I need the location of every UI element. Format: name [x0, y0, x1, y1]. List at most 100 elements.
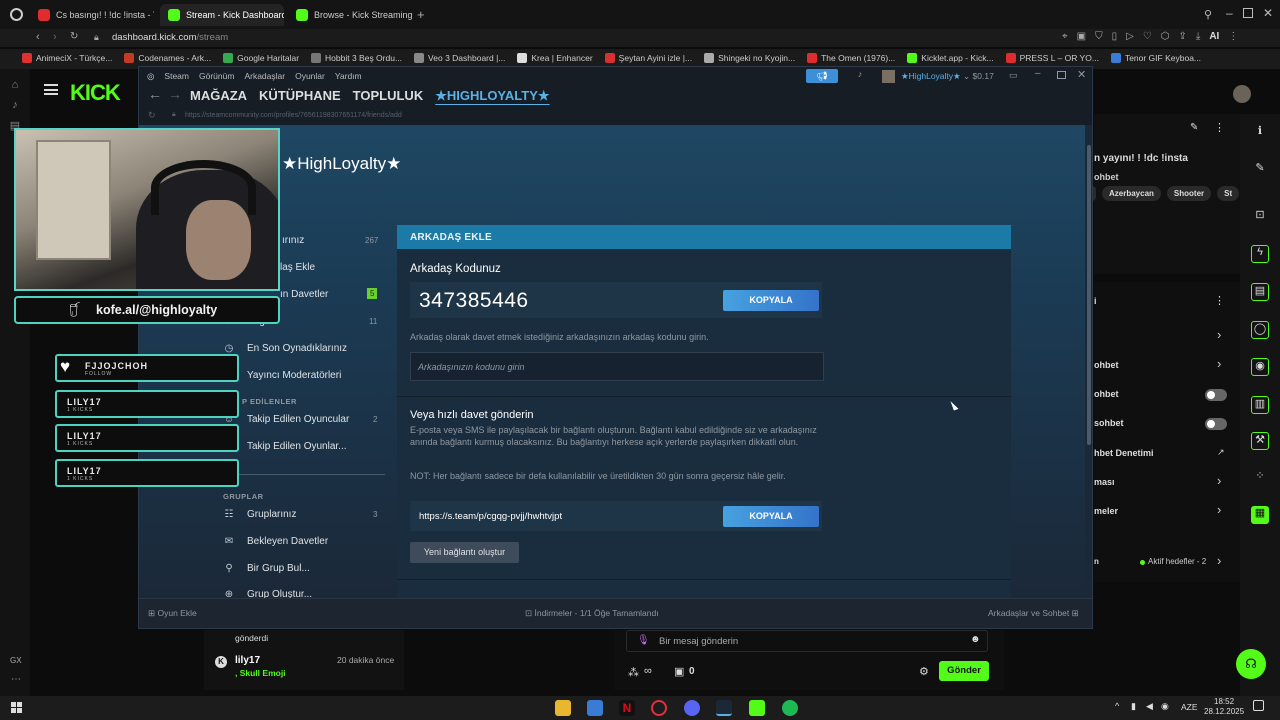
settings-row[interactable]: meler › — [1094, 502, 1234, 520]
menu-item-games[interactable]: Oyunlar — [295, 71, 325, 82]
share-icon[interactable]: ⇪ — [1179, 31, 1187, 42]
chevron-right-icon[interactable]: › — [1217, 327, 1221, 342]
close-icon[interactable]: ✕ — [1263, 6, 1273, 20]
settings-row[interactable]: ması › — [1094, 473, 1234, 491]
microphone-icon[interactable]: 🎙︎ — [637, 635, 650, 646]
forward-icon[interactable]: → — [168, 86, 182, 102]
more-icon[interactable]: ⋯ — [11, 674, 21, 685]
sidebar-item-pending-invites[interactable]: ✉ Bekleyen Davetler — [139, 534, 389, 550]
settings-row[interactable]: sohbet — [1094, 416, 1234, 432]
hamburger-icon[interactable] — [44, 84, 58, 95]
friend-code[interactable]: 347385446 — [419, 289, 529, 313]
tab-store[interactable]: MAĞAZA — [190, 88, 247, 104]
forward-icon[interactable]: › — [53, 31, 57, 43]
camera-icon[interactable]: ▣ — [1077, 31, 1086, 42]
tray-usb-icon[interactable]: ▮ — [1131, 701, 1136, 712]
tag[interactable]: St — [1217, 186, 1240, 201]
tab-profile[interactable]: ★HIGHLOYALTY★ — [435, 88, 549, 104]
scrollbar-thumb[interactable] — [1087, 145, 1091, 445]
steam-taskbar-icon[interactable] — [716, 700, 732, 716]
more-icon[interactable]: ⋮ — [1214, 121, 1225, 134]
gift-icon[interactable]: ▣ — [674, 665, 684, 678]
goals-row[interactable]: n Aktif hedefler - 2 › — [1094, 553, 1234, 571]
settings-row[interactable]: hbet Denetimi ↗ — [1094, 446, 1234, 462]
bell-icon[interactable]: ♪ — [853, 69, 867, 83]
browser-tab-kick-browse[interactable]: Browse - Kick Streaming — [288, 4, 412, 26]
reload-icon[interactable]: ↻ — [70, 31, 78, 42]
pin-icon[interactable]: ⌖ — [1062, 31, 1068, 42]
menu-icon[interactable]: ⋮ — [1228, 31, 1238, 42]
store-icon[interactable] — [587, 700, 603, 716]
wrench-icon[interactable]: ⚒ — [1251, 432, 1269, 450]
url-field[interactable]: dashboard.kick.com/stream — [112, 32, 228, 43]
chat-icon[interactable]: ◯ — [1251, 321, 1269, 339]
maximize-icon[interactable] — [1243, 8, 1253, 18]
steam-url[interactable]: https://steamcommunity.com/profiles/7656… — [185, 112, 402, 119]
settings-row[interactable]: ohbet › — [1094, 356, 1234, 374]
avatar[interactable] — [882, 70, 895, 83]
bookmark-item[interactable]: Krea | Enhancer — [517, 53, 593, 63]
tag[interactable]: Shooter — [1166, 186, 1212, 201]
bookmark-item[interactable]: PRESS L – OR YO... — [1005, 53, 1099, 63]
friends-chat-button[interactable]: Arkadaşlar ve Sohbet ⊞ — [988, 608, 1079, 619]
downloads-status[interactable]: ⊡ İndirmeler - 1/1 Öğe Tamamlandı — [525, 608, 659, 619]
copy-link-button[interactable]: KOPYALA — [723, 506, 819, 527]
focus-icon[interactable]: ⊡ — [1251, 208, 1269, 226]
sidebar-item-your-groups[interactable]: ☷ Gruplarınız 3 — [139, 507, 389, 523]
menu-item-view[interactable]: Görünüm — [199, 71, 234, 82]
minimize-icon[interactable]: – — [1226, 6, 1233, 20]
start-icon[interactable] — [11, 702, 22, 713]
broadcast-icon[interactable]: ◉ — [1251, 358, 1269, 376]
close-icon[interactable]: ✕ — [1077, 68, 1086, 81]
bookmark-item[interactable]: Shingeki no Kyojin... — [704, 53, 795, 63]
download-icon[interactable]: ⤓ — [1196, 31, 1200, 42]
info-icon[interactable]: ℹ — [1251, 124, 1269, 142]
avatar[interactable] — [1233, 85, 1251, 103]
tray-date[interactable]: 28.12.2025 — [1204, 707, 1244, 716]
steam-username[interactable]: ★HighLoyalty★ ⌄ $0.17 — [901, 71, 994, 82]
tray-network-icon[interactable]: ◉ — [1161, 701, 1169, 712]
announcement-icon[interactable]: 📢︎ — [806, 69, 838, 83]
edit-icon[interactable]: ✎ — [1190, 122, 1198, 133]
music-icon[interactable]: ♪ — [8, 99, 22, 113]
file-explorer-icon[interactable] — [555, 700, 571, 716]
opera-logo-icon[interactable] — [10, 8, 23, 21]
gx-label[interactable]: GX — [10, 656, 22, 665]
browser-tab-youtube[interactable]: Cs basıngı! ! !dc !insta - Yo — [30, 4, 154, 26]
lightning-icon[interactable]: ϟ — [1251, 245, 1269, 263]
settings-row[interactable]: ohbet — [1094, 387, 1234, 403]
bookmark-item[interactable]: Veo 3 Dashboard |... — [414, 53, 505, 63]
search-tabs-icon[interactable]: ⚲ — [1204, 8, 1212, 21]
panel-more-icon[interactable]: ⋮ — [1214, 294, 1225, 307]
new-link-button[interactable]: Yeni bağlantı oluştur — [410, 542, 519, 563]
menu-item-help[interactable]: Yardım — [335, 71, 362, 82]
sidebar-item-create-group[interactable]: ⊕ Grup Oluştur... — [139, 587, 389, 598]
opera-gx-icon[interactable] — [651, 700, 667, 716]
menu-item-steam[interactable]: Steam — [164, 71, 189, 82]
tab-library[interactable]: KÜTÜPHANE — [259, 88, 341, 104]
tray-time[interactable]: 18:52 — [1214, 697, 1234, 706]
bookmark-item[interactable]: Codenames - Ark... — [124, 53, 211, 63]
bookmark-item[interactable]: Şeytan Ayini izle |... — [604, 53, 692, 63]
netflix-icon[interactable]: N — [619, 700, 635, 716]
tab-community[interactable]: TOPLULUK — [353, 88, 424, 104]
support-button[interactable]: ☊ — [1236, 649, 1266, 679]
discord-icon[interactable] — [684, 700, 700, 716]
sidebar-item-find-group[interactable]: ⚲ Bir Grup Bul... — [139, 561, 389, 577]
gear-icon[interactable]: ⚙ — [919, 665, 929, 678]
friend-code-input[interactable]: Arkadaşınızın kodunu girin — [410, 352, 824, 381]
bookmark-item[interactable]: The Omen (1976)... — [807, 53, 895, 63]
bookmark-item[interactable]: Google Haritalar — [223, 53, 299, 63]
kick-logo[interactable]: KICK — [70, 80, 121, 106]
bookmark-icon[interactable]: ▯ — [1112, 31, 1118, 42]
calendar-icon[interactable]: ▦ — [1251, 506, 1269, 524]
pencil-icon[interactable]: ✎ — [1251, 161, 1269, 179]
new-tab-button[interactable]: + — [417, 7, 425, 22]
play-icon[interactable]: ▷ — [1126, 31, 1134, 42]
emoji-icon[interactable]: ☻ — [970, 634, 981, 645]
add-game-button[interactable]: ⊞ Oyun Ekle — [148, 608, 197, 619]
toggle-switch[interactable] — [1205, 389, 1227, 401]
reload-icon[interactable]: ↻ — [148, 110, 156, 121]
maximize-icon[interactable] — [1057, 71, 1066, 79]
shield-icon[interactable]: ⛉ — [1095, 31, 1103, 42]
